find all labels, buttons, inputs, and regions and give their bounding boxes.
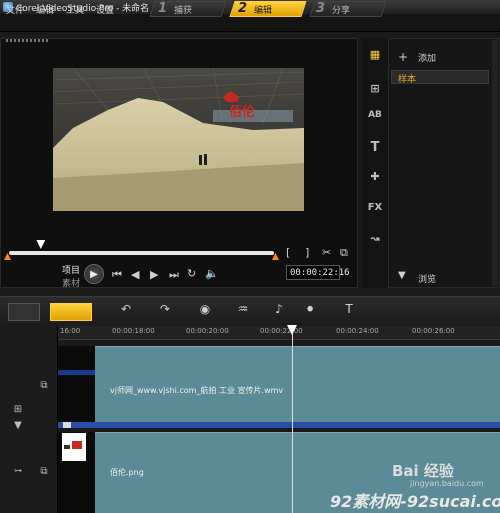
title-icon[interactable]: AB	[366, 110, 384, 125]
menu-tools[interactable]: 工具	[66, 3, 84, 16]
go-to-start-icon[interactable]: ⏮	[112, 268, 122, 282]
repeat-icon[interactable]: ↻	[187, 267, 196, 280]
panel-grip[interactable]	[6, 39, 50, 42]
video-track-icon[interactable]: ⧉	[36, 380, 52, 394]
media-icon[interactable]: ▦	[366, 48, 384, 63]
record-capture-icon[interactable]: ◉	[192, 302, 218, 320]
menu-edit[interactable]: 编辑	[36, 3, 54, 16]
mark-out-icon[interactable]: ]	[305, 246, 309, 259]
timecode-display[interactable]: 00:00:22:16	[286, 265, 350, 280]
ruler-tick: 00:00:20:00	[186, 327, 229, 335]
play-icon: ▶	[90, 268, 98, 280]
library-scrollbar[interactable]	[492, 40, 498, 286]
overlay-clip-label: 佰伦.png	[110, 468, 144, 477]
video-clip[interactable]	[95, 346, 500, 422]
step-capture-label: 捕获	[174, 6, 193, 16]
baidu-watermark-url: jingyan.baidu.com	[410, 479, 484, 488]
mode-project[interactable]: 项目	[62, 263, 80, 276]
menu-file[interactable]: 文件	[6, 3, 24, 16]
browse-label[interactable]: 浏览	[418, 272, 436, 285]
overlay-track-icon[interactable]: ⧉	[36, 466, 52, 480]
text-icon[interactable]: T	[366, 140, 384, 155]
collapse-track-icon[interactable]: ▼	[10, 420, 26, 434]
track-link-icon[interactable]: ⊶	[10, 466, 26, 480]
video-clip-label: vj师网_www.vjshi.com_航拍 工业 宣传片.wmv	[110, 386, 284, 395]
volume-icon[interactable]: 🔈	[205, 267, 219, 280]
library-item-sample[interactable]: 样本	[391, 70, 489, 85]
library-category-bar	[362, 38, 388, 288]
subtitle-editor-icon[interactable]: T	[336, 302, 362, 320]
ruler-tick: 00:00:22:00	[260, 327, 303, 335]
browse-icon[interactable]: ▼	[398, 270, 406, 281]
step-edit-number: 2	[238, 1, 248, 16]
scrubber-track[interactable]	[9, 251, 274, 255]
enlarge-preview-icon[interactable]: ⧉	[340, 246, 348, 260]
video-preview: 佰伦	[53, 68, 304, 211]
timeline-view-button[interactable]	[50, 303, 92, 321]
playhead-line[interactable]	[292, 326, 293, 513]
transition-icon[interactable]: ⊞	[366, 82, 384, 97]
play-button[interactable]: ▶	[84, 264, 104, 284]
add-folder-label[interactable]: 添加	[418, 51, 436, 64]
site-watermark: 92素材网-92sucai.com	[330, 492, 500, 511]
video-logo-text: 佰伦	[229, 104, 256, 120]
overlay-thumbnail	[62, 433, 86, 461]
ruler-tick: 00:00:18:00	[112, 327, 155, 335]
undo-icon[interactable]: ↶	[113, 302, 139, 320]
next-frame-icon[interactable]: ▶	[150, 268, 158, 281]
video-audio-bar[interactable]	[58, 422, 500, 428]
add-folder-icon[interactable]: +	[398, 50, 408, 64]
path-icon[interactable]: ↝	[366, 232, 384, 247]
motion-tracking-icon[interactable]: ⚫	[297, 302, 323, 320]
step-share-label: 分享	[332, 6, 351, 16]
menu-settings[interactable]: 设置	[96, 3, 114, 16]
ruler-tick: 16:00	[60, 327, 81, 335]
ruler-tick: 00:00:26:00	[412, 327, 455, 335]
previous-frame-icon[interactable]: ◀	[131, 268, 139, 281]
go-to-end-icon[interactable]: ⏭	[169, 268, 179, 282]
storyboard-view-button[interactable]	[8, 303, 40, 321]
filter-icon[interactable]: FX	[366, 202, 384, 217]
ripple-edit-icon[interactable]: ⊞	[10, 404, 26, 418]
mode-clip[interactable]: 素材	[62, 276, 80, 289]
graphics-icon[interactable]: ✚	[366, 170, 384, 185]
video-clip-start-segment[interactable]	[58, 370, 95, 375]
step-capture-number: 1	[158, 1, 168, 16]
baidu-watermark: Bai 经验	[392, 462, 454, 480]
mark-in-icon[interactable]: [	[286, 246, 290, 259]
split-clip-icon[interactable]: ✂	[322, 246, 331, 259]
track-header-panel	[0, 326, 58, 513]
redo-icon[interactable]: ↷	[152, 302, 178, 320]
audio-marker-icon	[63, 422, 71, 428]
step-edit-label: 编辑	[254, 6, 273, 16]
auto-music-icon[interactable]: ♪	[266, 302, 292, 320]
ruler-tick: 00:00:24:00	[336, 327, 379, 335]
step-share-number: 3	[316, 1, 326, 16]
sound-mixer-icon[interactable]: ♒	[230, 302, 256, 320]
